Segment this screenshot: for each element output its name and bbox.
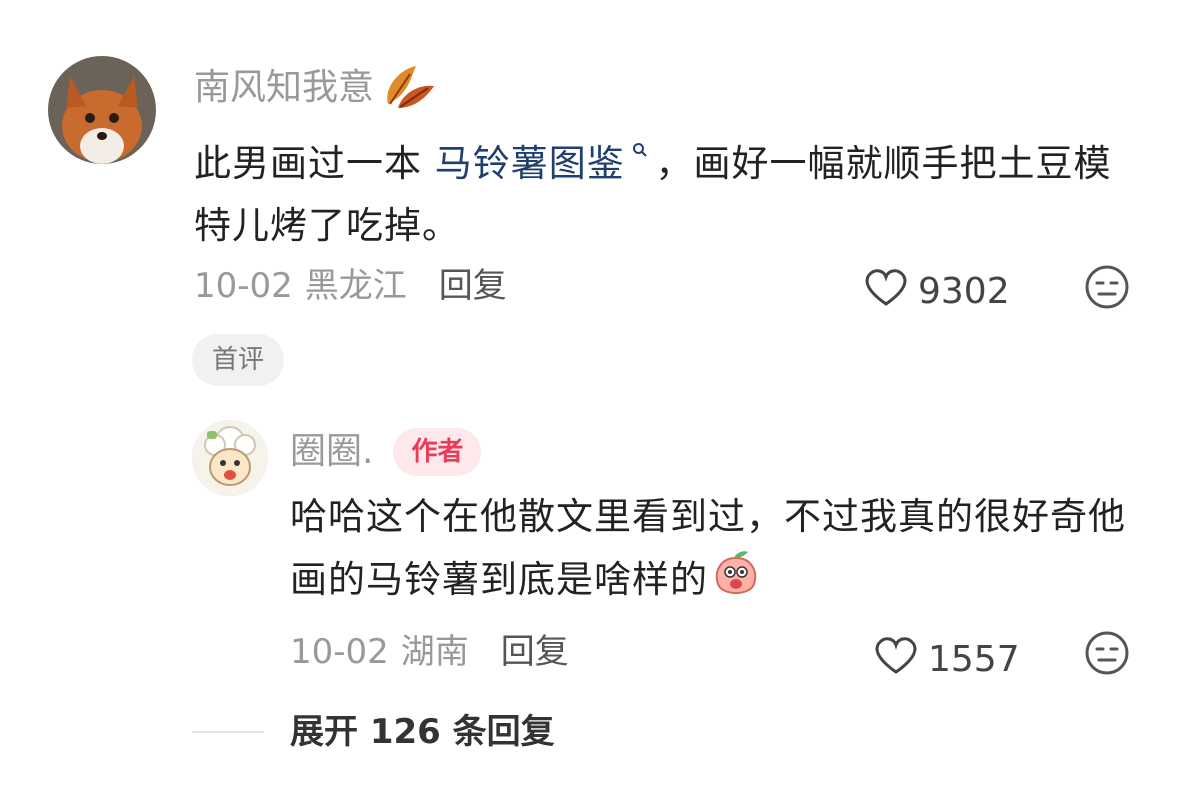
comment-date: 10-02	[194, 266, 293, 306]
reply-text: 哈哈这个在他散文里看到过，不过我真的很好奇他画的马铃薯到底是啥样的	[290, 495, 1126, 601]
expand-replies-button[interactable]: 展开 126 条回复	[290, 712, 555, 752]
expand-divider	[192, 731, 264, 733]
like-count: 1557	[928, 638, 1020, 680]
like-button[interactable]: 9302	[862, 266, 1010, 317]
comment-content: 此男画过一本 马铃薯图鉴 ，画好一幅就顺手把土豆模特儿烤了吃掉。	[194, 120, 1134, 257]
reply-button[interactable]: 回复	[439, 266, 507, 306]
comment-text-prefix: 此男画过一本	[194, 142, 435, 185]
heart-icon	[862, 266, 910, 317]
meh-face-icon[interactable]	[1084, 264, 1130, 314]
reply-content: 哈哈这个在他散文里看到过，不过我真的很好奇他画的马铃薯到底是啥样的	[290, 486, 1140, 619]
reply-date: 10-02	[290, 632, 389, 672]
commenter-avatar[interactable]	[48, 56, 156, 164]
peach-emoji-icon	[710, 548, 762, 619]
heart-icon	[872, 634, 920, 685]
replier-username[interactable]: 圈圈.	[290, 430, 373, 474]
commenter-username[interactable]: 南风知我意	[194, 66, 374, 110]
search-icon[interactable]	[625, 139, 656, 163]
topic-link[interactable]: 马铃薯图鉴	[435, 142, 625, 185]
author-badge: 作者	[393, 428, 482, 476]
comment-location: 黑龙江	[304, 266, 407, 306]
reply-location: 湖南	[400, 632, 469, 672]
reply-button[interactable]: 回复	[501, 632, 569, 672]
meh-face-icon[interactable]	[1084, 630, 1130, 680]
fox-avatar-image	[48, 56, 156, 164]
sheep-avatar-image	[193, 421, 267, 495]
first-comment-tag: 首评	[192, 334, 285, 386]
leaf-icon	[380, 60, 436, 116]
like-button[interactable]: 1557	[872, 634, 1020, 685]
like-count: 9302	[918, 270, 1010, 312]
replier-avatar[interactable]	[192, 420, 268, 496]
